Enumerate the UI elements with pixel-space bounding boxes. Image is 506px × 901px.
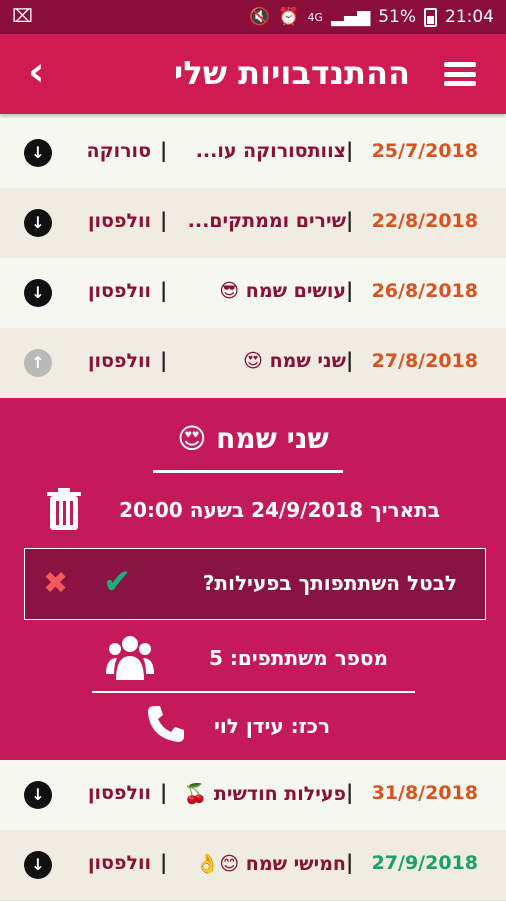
screenshot-icon: ⌧ bbox=[12, 6, 33, 27]
row-date: 27/9/2018 bbox=[371, 852, 478, 874]
phone-icon[interactable] bbox=[146, 704, 186, 744]
separator: | bbox=[160, 278, 168, 302]
separator: | bbox=[160, 780, 168, 804]
detail-title: שני שמח 😍 bbox=[177, 422, 329, 455]
list-item[interactable]: ↓ סורוקה | צוותסורוקה עו... | 25/7/2018 bbox=[0, 118, 506, 189]
battery-percent: 51% bbox=[378, 7, 416, 27]
row-date: 22/8/2018 bbox=[371, 210, 478, 232]
cancel-participation-box: ✖ ✔ לבטל השתתפותך בפעילות? bbox=[24, 548, 486, 620]
status-bar: ⌧ 🔇 ⏰ 4G ▂▄▆ 51% 21:04 bbox=[0, 0, 506, 34]
expand-arrow-icon[interactable]: ↓ bbox=[24, 279, 52, 307]
row-place: וולפסון bbox=[88, 280, 151, 302]
separator: | bbox=[160, 850, 168, 874]
list-item[interactable]: ↓ וולפסון | עושים שמח 😎 | 26/8/2018 bbox=[0, 258, 506, 329]
list-item[interactable]: ↑ וולפסון | שני שמח 😍 | 27/8/2018 bbox=[0, 328, 506, 399]
expand-arrow-icon[interactable]: ↓ bbox=[24, 781, 52, 809]
list-item[interactable]: ↓ וולפסון | פעילות חודשית 🍒 | 31/8/2018 bbox=[0, 760, 506, 831]
expand-arrow-icon[interactable]: ↓ bbox=[24, 851, 52, 879]
alarm-icon: ⏰ bbox=[278, 7, 300, 27]
row-place: וולפסון bbox=[88, 210, 151, 232]
row-place: וולפסון bbox=[88, 350, 151, 372]
network-label: 4G bbox=[307, 10, 323, 24]
list-item[interactable]: ↓ וולפסון | חמישי שמח 😊👌 | 27/9/2018 bbox=[0, 830, 506, 901]
participants-count: מספר משתתפים: 5 bbox=[208, 646, 388, 670]
menu-line bbox=[444, 81, 476, 86]
menu-line bbox=[444, 71, 476, 77]
separator: | bbox=[160, 208, 168, 232]
mute-icon: 🔇 bbox=[249, 7, 271, 27]
menu-line bbox=[444, 62, 476, 67]
expand-arrow-icon[interactable]: ↓ bbox=[24, 209, 52, 237]
detail-divider bbox=[92, 691, 415, 693]
cancel-x-button[interactable]: ✖ bbox=[43, 569, 68, 599]
separator: | bbox=[160, 138, 168, 162]
row-date: 31/8/2018 bbox=[371, 782, 478, 804]
back-chevron-icon[interactable]: ‹ bbox=[28, 52, 68, 92]
expand-arrow-icon[interactable]: ↓ bbox=[24, 139, 52, 167]
hamburger-menu-icon[interactable] bbox=[444, 62, 476, 86]
signal-icon: ▂▄▆ bbox=[330, 7, 371, 27]
row-place: וולפסון bbox=[88, 782, 151, 804]
row-name: פעילות חודשית 🍒 bbox=[183, 783, 346, 805]
participants-icon bbox=[106, 636, 154, 680]
trash-icon[interactable] bbox=[45, 487, 83, 531]
cancel-question: לבטל השתתפותך בפעילות? bbox=[202, 571, 457, 595]
row-date: 26/8/2018 bbox=[371, 280, 478, 302]
row-place: וולפסון bbox=[88, 852, 151, 874]
battery-icon bbox=[424, 7, 437, 27]
separator: | bbox=[346, 278, 354, 302]
app-bar: ‹ ההתנדבויות שלי bbox=[0, 34, 506, 114]
row-name: חמישי שמח 😊👌 bbox=[195, 853, 346, 875]
row-name: שירים וממתקים... bbox=[187, 210, 346, 232]
confirm-check-button[interactable]: ✔ bbox=[103, 565, 132, 599]
collapse-arrow-icon[interactable]: ↑ bbox=[24, 349, 52, 377]
coordinator: רכז: עידן לוי bbox=[214, 714, 330, 738]
separator: | bbox=[160, 348, 168, 372]
title-divider bbox=[153, 470, 343, 473]
row-name: צוותסורוקה עו... bbox=[195, 140, 346, 162]
separator: | bbox=[346, 138, 354, 162]
separator: | bbox=[346, 348, 354, 372]
row-name: עושים שמח 😎 bbox=[219, 280, 346, 302]
status-right: 🔇 ⏰ 4G ▂▄▆ 51% 21:04 bbox=[249, 7, 494, 27]
separator: | bbox=[346, 850, 354, 874]
row-date: 25/7/2018 bbox=[371, 140, 478, 162]
page-title: ההתנדבויות שלי bbox=[173, 54, 410, 92]
row-place: סורוקה bbox=[86, 140, 151, 162]
row-name: שני שמח 😍 bbox=[243, 350, 346, 372]
list-item[interactable]: ↓ וולפסון | שירים וממתקים... | 22/8/2018 bbox=[0, 188, 506, 259]
detail-panel: שני שמח 😍 בתאריך 24/9/2018 בשעה 20:00 ✖ … bbox=[0, 398, 506, 760]
separator: | bbox=[346, 208, 354, 232]
detail-datetime: בתאריך 24/9/2018 בשעה 20:00 bbox=[119, 498, 440, 522]
clock: 21:04 bbox=[445, 7, 494, 27]
separator: | bbox=[346, 780, 354, 804]
row-date: 27/8/2018 bbox=[371, 350, 478, 372]
